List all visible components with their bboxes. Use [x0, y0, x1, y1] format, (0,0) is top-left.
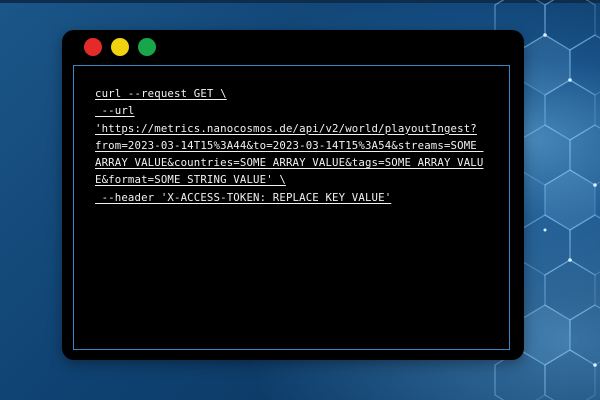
command-line: E&format=SOME_STRING_VALUE' \: [95, 173, 286, 187]
terminal-window: curl --request GET \ --url 'https://metr…: [62, 30, 524, 360]
minimize-window-button[interactable]: [111, 38, 129, 56]
maximize-window-button[interactable]: [138, 38, 156, 56]
command-line: --url: [95, 104, 135, 118]
command-line: --header 'X-ACCESS-TOKEN: REPLACE_KEY_VA…: [95, 190, 392, 204]
command-line: from=2023-03-14T15%3A44&to=2023-03-14T15…: [95, 138, 484, 152]
background-top-strip: [0, 0, 600, 3]
command-line: 'https://metrics.nanocosmos.de/api/v2/wo…: [95, 121, 477, 135]
command-line: ARRAY_VALUE&countries=SOME_ARRAY_VALUE&t…: [95, 156, 484, 170]
curl-command-block: curl --request GET \ --url 'https://metr…: [95, 85, 483, 206]
command-line: curl --request GET \: [95, 87, 227, 100]
terminal-content-area: curl --request GET \ --url 'https://metr…: [73, 65, 510, 350]
close-window-button[interactable]: [84, 38, 102, 56]
